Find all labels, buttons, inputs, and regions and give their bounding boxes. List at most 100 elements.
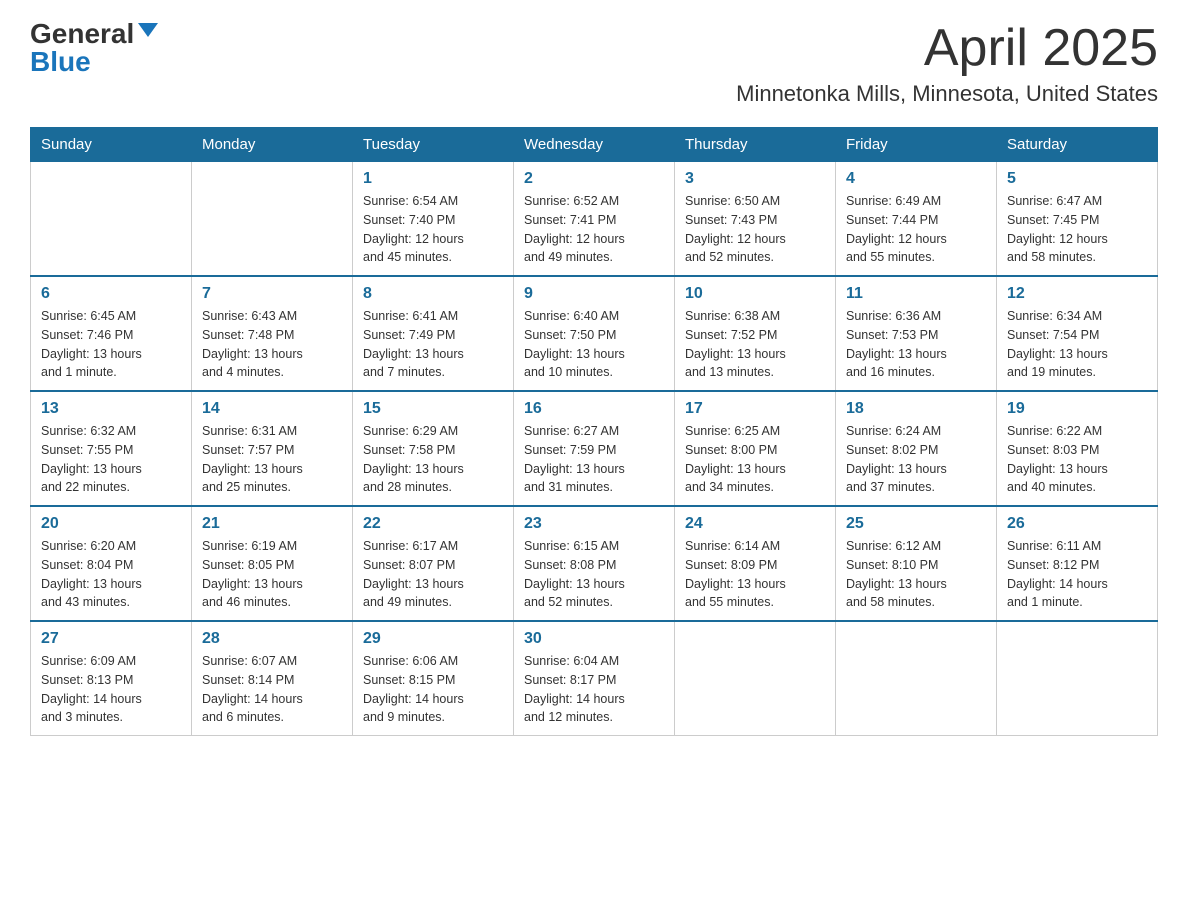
calendar-cell: 30 Sunrise: 6:04 AM Sunset: 8:17 PM Dayli…: [514, 621, 675, 736]
calendar-week-row: 13Sunrise: 6:32 AM Sunset: 7:55 PM Dayli…: [31, 391, 1158, 506]
calendar-cell: 8 Sunrise: 6:41 AM Sunset: 7:49 PM Daylig…: [353, 276, 514, 391]
day-info: Sunrise: 6:12 AM Sunset: 8:10 PM Dayligh…: [846, 537, 986, 612]
day-number: 8: [363, 285, 503, 303]
page-title: April 2025: [736, 20, 1158, 77]
calendar-cell: 16 Sunrise: 6:27 AM Sunset: 7:59 PM Dayli…: [514, 391, 675, 506]
calendar-cell: 20 Sunrise: 6:20 AM Sunset: 8:04 PM Dayli…: [31, 506, 192, 621]
day-info: Sunrise: 6:20 AM Sunset: 8:04 PM Dayligh…: [41, 537, 181, 612]
calendar-cell: 28 Sunrise: 6:07 AM Sunset: 8:14 PM Dayli…: [192, 621, 353, 736]
day-number: 15: [363, 400, 503, 418]
day-number: 1: [363, 170, 503, 188]
calendar-cell: [31, 162, 192, 277]
day-info: Sunrise: 6:09 AM Sunset: 8:13 PM Dayligh…: [41, 652, 181, 727]
day-info: Sunrise: 6:29 AM Sunset: 7:58 PM Dayligh…: [363, 422, 503, 497]
calendar-cell: [997, 621, 1158, 736]
day-number: 24: [685, 515, 825, 533]
calendar-cell: 17 Sunrise: 6:25 AM Sunset: 8:00 PM Dayli…: [675, 391, 836, 506]
day-of-week-saturday: Saturday: [997, 128, 1158, 162]
day-info: Sunrise: 6:43 AM Sunset: 7:48 PM Dayligh…: [202, 307, 342, 382]
day-number: 22: [363, 515, 503, 533]
day-of-week-monday: Monday: [192, 128, 353, 162]
day-of-week-sunday: Sunday: [31, 128, 192, 162]
day-info: Sunrise: 6:50 AM Sunset: 7:43 PM Dayligh…: [685, 192, 825, 267]
calendar-cell: 26 Sunrise: 6:11 AM Sunset: 8:12 PM Dayli…: [997, 506, 1158, 621]
day-number: 9: [524, 285, 664, 303]
day-number: 11: [846, 285, 986, 303]
day-info: Sunrise: 6:52 AM Sunset: 7:41 PM Dayligh…: [524, 192, 664, 267]
day-info: Sunrise: 6:15 AM Sunset: 8:08 PM Dayligh…: [524, 537, 664, 612]
calendar-cell: 1 Sunrise: 6:54 AM Sunset: 7:40 PM Daylig…: [353, 162, 514, 277]
page-header: General Blue April 2025 Minnetonka Mills…: [30, 20, 1158, 107]
day-info: Sunrise: 6:25 AM Sunset: 8:00 PM Dayligh…: [685, 422, 825, 497]
calendar-cell: [836, 621, 997, 736]
day-info: Sunrise: 6:32 AM Sunset: 7:55 PM Dayligh…: [41, 422, 181, 497]
day-info: Sunrise: 6:40 AM Sunset: 7:50 PM Dayligh…: [524, 307, 664, 382]
day-of-week-thursday: Thursday: [675, 128, 836, 162]
calendar-cell: 5 Sunrise: 6:47 AM Sunset: 7:45 PM Daylig…: [997, 162, 1158, 277]
calendar-table: SundayMondayTuesdayWednesdayThursdayFrid…: [30, 127, 1158, 736]
logo-general-text: General: [30, 20, 134, 48]
logo-triangle-icon: [138, 23, 158, 37]
day-number: 5: [1007, 170, 1147, 188]
day-number: 23: [524, 515, 664, 533]
day-info: Sunrise: 6:27 AM Sunset: 7:59 PM Dayligh…: [524, 422, 664, 497]
calendar-cell: 6Sunrise: 6:45 AM Sunset: 7:46 PM Daylig…: [31, 276, 192, 391]
days-of-week-row: SundayMondayTuesdayWednesdayThursdayFrid…: [31, 128, 1158, 162]
logo: General Blue: [30, 20, 158, 76]
calendar-cell: 21 Sunrise: 6:19 AM Sunset: 8:05 PM Dayli…: [192, 506, 353, 621]
calendar-cell: 3Sunrise: 6:50 AM Sunset: 7:43 PM Daylig…: [675, 162, 836, 277]
day-number: 12: [1007, 285, 1147, 303]
calendar-cell: 11 Sunrise: 6:36 AM Sunset: 7:53 PM Dayli…: [836, 276, 997, 391]
logo-blue-text: Blue: [30, 48, 91, 76]
day-number: 10: [685, 285, 825, 303]
day-info: Sunrise: 6:24 AM Sunset: 8:02 PM Dayligh…: [846, 422, 986, 497]
calendar-week-row: 1 Sunrise: 6:54 AM Sunset: 7:40 PM Daylig…: [31, 162, 1158, 277]
day-of-week-tuesday: Tuesday: [353, 128, 514, 162]
day-info: Sunrise: 6:17 AM Sunset: 8:07 PM Dayligh…: [363, 537, 503, 612]
day-number: 14: [202, 400, 342, 418]
day-info: Sunrise: 6:11 AM Sunset: 8:12 PM Dayligh…: [1007, 537, 1147, 612]
day-info: Sunrise: 6:54 AM Sunset: 7:40 PM Dayligh…: [363, 192, 503, 267]
day-info: Sunrise: 6:47 AM Sunset: 7:45 PM Dayligh…: [1007, 192, 1147, 267]
day-number: 26: [1007, 515, 1147, 533]
page-subtitle: Minnetonka Mills, Minnesota, United Stat…: [736, 81, 1158, 107]
day-of-week-friday: Friday: [836, 128, 997, 162]
day-info: Sunrise: 6:22 AM Sunset: 8:03 PM Dayligh…: [1007, 422, 1147, 497]
day-info: Sunrise: 6:31 AM Sunset: 7:57 PM Dayligh…: [202, 422, 342, 497]
calendar-cell: 27Sunrise: 6:09 AM Sunset: 8:13 PM Dayli…: [31, 621, 192, 736]
day-number: 2: [524, 170, 664, 188]
day-number: 7: [202, 285, 342, 303]
calendar-week-row: 6Sunrise: 6:45 AM Sunset: 7:46 PM Daylig…: [31, 276, 1158, 391]
calendar-cell: 14 Sunrise: 6:31 AM Sunset: 7:57 PM Dayli…: [192, 391, 353, 506]
day-number: 17: [685, 400, 825, 418]
day-info: Sunrise: 6:34 AM Sunset: 7:54 PM Dayligh…: [1007, 307, 1147, 382]
day-info: Sunrise: 6:41 AM Sunset: 7:49 PM Dayligh…: [363, 307, 503, 382]
day-number: 21: [202, 515, 342, 533]
day-info: Sunrise: 6:49 AM Sunset: 7:44 PM Dayligh…: [846, 192, 986, 267]
day-of-week-wednesday: Wednesday: [514, 128, 675, 162]
calendar-week-row: 27Sunrise: 6:09 AM Sunset: 8:13 PM Dayli…: [31, 621, 1158, 736]
day-number: 4: [846, 170, 986, 188]
calendar-cell: [192, 162, 353, 277]
title-block: April 2025 Minnetonka Mills, Minnesota, …: [736, 20, 1158, 107]
calendar-cell: 23 Sunrise: 6:15 AM Sunset: 8:08 PM Dayli…: [514, 506, 675, 621]
day-info: Sunrise: 6:36 AM Sunset: 7:53 PM Dayligh…: [846, 307, 986, 382]
day-info: Sunrise: 6:38 AM Sunset: 7:52 PM Dayligh…: [685, 307, 825, 382]
day-info: Sunrise: 6:06 AM Sunset: 8:15 PM Dayligh…: [363, 652, 503, 727]
day-number: 18: [846, 400, 986, 418]
day-number: 16: [524, 400, 664, 418]
calendar-cell: 19 Sunrise: 6:22 AM Sunset: 8:03 PM Dayli…: [997, 391, 1158, 506]
calendar-body: 1 Sunrise: 6:54 AM Sunset: 7:40 PM Daylig…: [31, 162, 1158, 736]
day-number: 30: [524, 630, 664, 648]
day-number: 29: [363, 630, 503, 648]
day-number: 20: [41, 515, 181, 533]
day-number: 28: [202, 630, 342, 648]
calendar-cell: 10 Sunrise: 6:38 AM Sunset: 7:52 PM Dayli…: [675, 276, 836, 391]
calendar-header: SundayMondayTuesdayWednesdayThursdayFrid…: [31, 128, 1158, 162]
day-info: Sunrise: 6:19 AM Sunset: 8:05 PM Dayligh…: [202, 537, 342, 612]
calendar-cell: [675, 621, 836, 736]
calendar-week-row: 20 Sunrise: 6:20 AM Sunset: 8:04 PM Dayli…: [31, 506, 1158, 621]
day-number: 19: [1007, 400, 1147, 418]
day-info: Sunrise: 6:04 AM Sunset: 8:17 PM Dayligh…: [524, 652, 664, 727]
day-info: Sunrise: 6:07 AM Sunset: 8:14 PM Dayligh…: [202, 652, 342, 727]
